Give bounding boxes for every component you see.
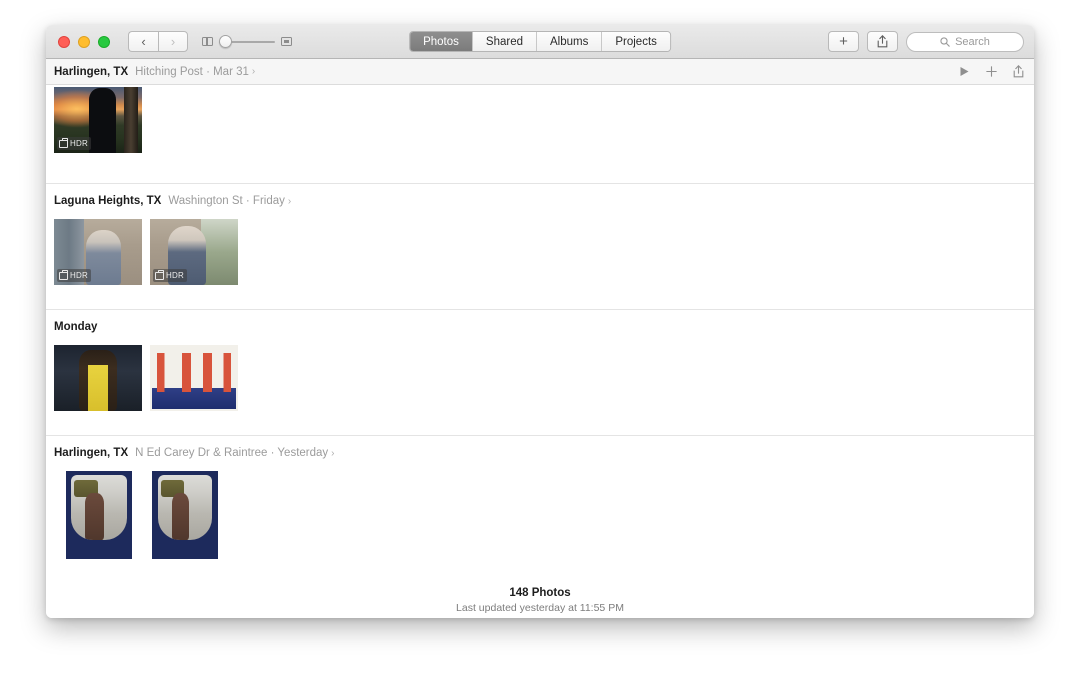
view-segmented-control: Photos Shared Albums Projects (409, 31, 671, 52)
photo-gym-inverted[interactable] (150, 345, 238, 411)
photo-thumbnail-image (66, 471, 132, 559)
toolbar-right-group: + Search (828, 31, 1024, 52)
tab-albums[interactable]: Albums (537, 32, 603, 51)
minimize-button[interactable] (78, 35, 90, 48)
photo-count: 148 Photos (509, 587, 571, 599)
photo-thumbnail-image (54, 345, 142, 411)
zoom-slider[interactable] (219, 35, 275, 49)
sticky-header-actions (959, 65, 1024, 78)
back-button[interactable]: ‹ (128, 31, 158, 52)
zoom-slider-knob[interactable] (219, 35, 232, 48)
photo-thumbnail-image (150, 345, 238, 411)
last-updated-text: Last updated yesterday at 11:55 PM (456, 602, 624, 614)
hdr-badge-label: HDR (70, 139, 88, 148)
section-subtitle: Washington St · Friday (168, 195, 285, 207)
share-button[interactable] (867, 31, 898, 52)
photo-gym-pullup[interactable] (54, 345, 142, 411)
hdr-badge: HDR (57, 137, 91, 150)
photo-thumbnail-image (152, 471, 218, 559)
share-icon (877, 35, 888, 48)
navigation-buttons: ‹ › (128, 31, 188, 52)
section-header[interactable]: Monday (46, 310, 1034, 339)
photo-section-monday: Monday (46, 310, 1034, 436)
play-icon[interactable] (959, 66, 970, 77)
section-header[interactable]: Harlingen, TX N Ed Carey Dr & Raintree ·… (46, 436, 1034, 465)
small-thumbnails-icon[interactable] (202, 36, 213, 47)
add-button[interactable]: + (828, 31, 859, 52)
zoom-button[interactable] (98, 35, 110, 48)
chevron-right-icon: › (251, 66, 256, 77)
hdr-badge: HDR (57, 269, 91, 282)
section-place: Monday (54, 321, 98, 333)
photo-row (46, 339, 1034, 411)
window-toolbar: ‹ › Photos Shared Albums Projects + Sear… (46, 25, 1034, 59)
camera-icon (59, 270, 68, 280)
sticky-section-header[interactable]: Harlingen, TX Hitching Post · Mar 31 › (46, 59, 1034, 85)
search-input[interactable]: Search (906, 31, 1024, 52)
forward-button[interactable]: › (158, 31, 188, 52)
hdr-badge-label: HDR (70, 271, 88, 280)
section-header[interactable]: Laguna Heights, TX Washington St · Frida… (46, 184, 1034, 213)
plus-icon: + (839, 33, 848, 50)
camera-icon (59, 138, 68, 148)
photo-porch-portrait-1[interactable]: HDR (54, 219, 142, 285)
chevron-right-icon: › (331, 448, 335, 459)
photo-stable-horse-1[interactable] (66, 471, 132, 559)
traffic-lights (58, 35, 110, 48)
photo-sunset-silhouette[interactable]: HDR (54, 87, 142, 153)
large-thumbnails-icon[interactable] (281, 37, 292, 46)
photo-section-laguna-heights: Laguna Heights, TX Washington St · Frida… (46, 184, 1034, 310)
search-placeholder: Search (955, 35, 990, 48)
tab-shared[interactable]: Shared (472, 32, 537, 51)
tab-photos[interactable]: Photos (410, 32, 473, 51)
share-icon[interactable] (1013, 65, 1024, 78)
close-button[interactable] (58, 35, 70, 48)
section-place: Harlingen, TX (54, 447, 129, 459)
chevron-right-icon: › (170, 34, 176, 49)
photo-section-harlingen-ed-carey: Harlingen, TX N Ed Carey Dr & Raintree ·… (46, 436, 1034, 559)
section-subtitle: N Ed Carey Dr & Raintree · Yesterday (135, 447, 329, 459)
photo-porch-portrait-2[interactable]: HDR (150, 219, 238, 285)
hdr-badge: HDR (153, 269, 187, 282)
sticky-header-place: Harlingen, TX (54, 65, 129, 78)
photo-stable-horse-2[interactable] (152, 471, 218, 559)
section-place: Laguna Heights, TX (54, 195, 162, 207)
sticky-header-subtitle: Hitching Post · Mar 31 (135, 65, 249, 78)
hdr-badge-label: HDR (166, 271, 184, 280)
search-icon (940, 36, 950, 47)
plus-icon[interactable] (986, 66, 997, 77)
photo-row: HDR HDR (46, 213, 1034, 285)
photos-window: ‹ › Photos Shared Albums Projects + Sear… (46, 25, 1034, 618)
thumbnail-zoom-control (202, 35, 292, 49)
library-summary: 148 Photos Last updated yesterday at 11:… (46, 559, 1034, 614)
photo-row (46, 465, 1034, 559)
photo-row: HDR (46, 85, 1034, 153)
photos-scroll-area[interactable]: HDR Laguna Heights, TX Washington St · F… (46, 85, 1034, 618)
chevron-left-icon: ‹ (141, 34, 146, 49)
camera-icon (155, 270, 164, 280)
tab-projects[interactable]: Projects (602, 32, 670, 51)
chevron-right-icon: › (287, 196, 292, 207)
photo-section-harlingen-hitching-post: HDR (46, 85, 1034, 184)
